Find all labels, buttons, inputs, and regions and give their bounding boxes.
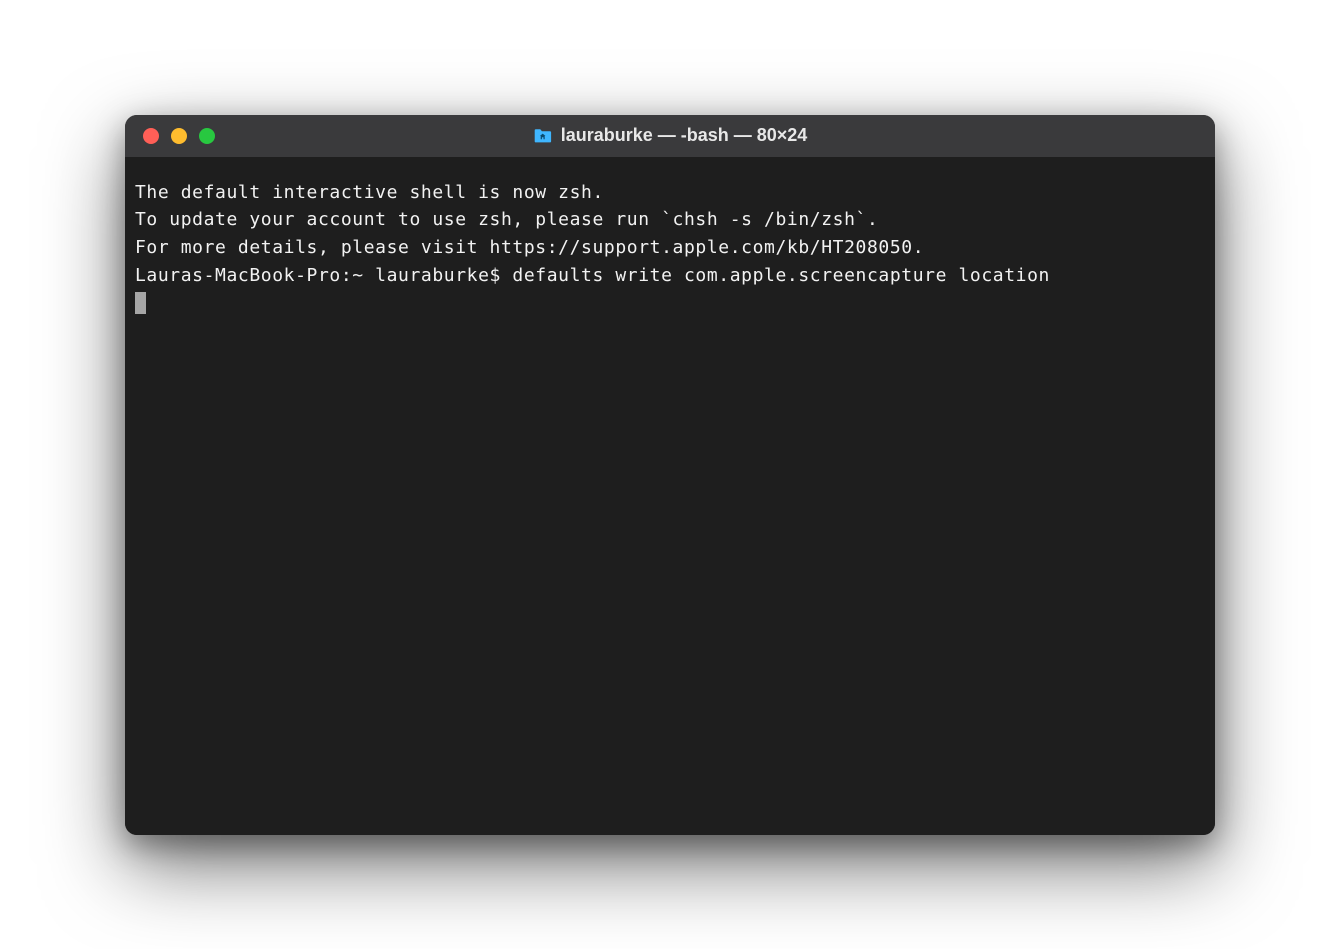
maximize-button[interactable] bbox=[199, 128, 215, 144]
terminal-output-line: To update your account to use zsh, pleas… bbox=[135, 206, 1205, 234]
close-button[interactable] bbox=[143, 128, 159, 144]
terminal-window: lauraburke — -bash — 80×24 The default i… bbox=[125, 115, 1215, 835]
folder-home-icon bbox=[533, 128, 553, 144]
shell-prompt: Lauras-MacBook-Pro:~ lauraburke$ bbox=[135, 265, 512, 286]
window-titlebar[interactable]: lauraburke — -bash — 80×24 bbox=[125, 115, 1215, 157]
terminal-content[interactable]: The default interactive shell is now zsh… bbox=[125, 157, 1215, 835]
terminal-cursor bbox=[135, 292, 146, 314]
minimize-button[interactable] bbox=[171, 128, 187, 144]
typed-command: defaults write com.apple.screencapture l… bbox=[512, 265, 1061, 286]
terminal-output-line: For more details, please visit https://s… bbox=[135, 234, 1205, 262]
window-title: lauraburke — -bash — 80×24 bbox=[533, 125, 808, 146]
terminal-prompt-line: Lauras-MacBook-Pro:~ lauraburke$ default… bbox=[135, 262, 1205, 290]
window-title-text: lauraburke — -bash — 80×24 bbox=[561, 125, 808, 146]
traffic-lights bbox=[125, 128, 215, 144]
terminal-output-line: The default interactive shell is now zsh… bbox=[135, 179, 1205, 207]
